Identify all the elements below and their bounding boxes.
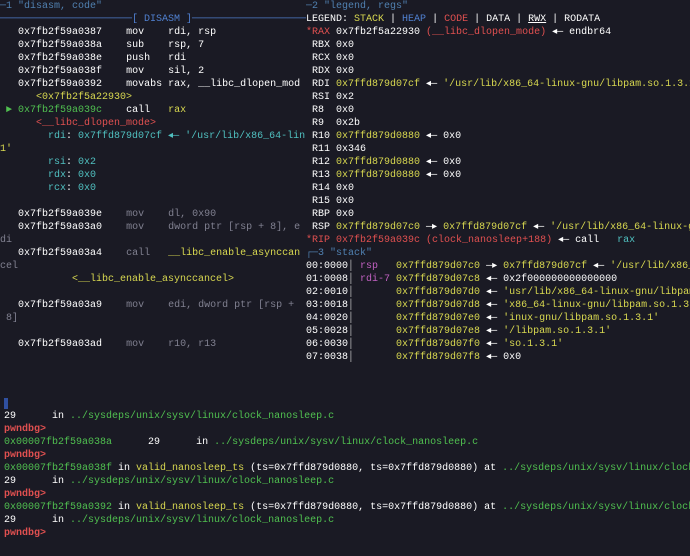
stack-line: 04:0020│ 0x7ffd879d07e0 ◂— 'inux-gnu/lib…: [306, 312, 690, 325]
bt-line: 0x00007fb2f59a038a 29 in ../sysdeps/unix…: [4, 436, 686, 449]
prompt-line[interactable]: pwndbg>: [4, 449, 686, 462]
reg-line: RSP 0x7ffd879d07c0 —▸ 0x7ffd879d07cf ◂— …: [306, 221, 690, 234]
reg-line: R14 0x0: [306, 182, 690, 195]
stack-line: 05:0028│ 0x7ffd879d07e8 ◂— '/libpam.so.1…: [306, 325, 690, 338]
reg-line: R9 0x2b: [306, 117, 690, 130]
legend-row: LEGEND: STACK | HEAP | CODE | DATA | RWX…: [306, 13, 690, 26]
disasm-line: rsi: 0x2: [0, 156, 306, 169]
stack-line: 07:0038│ 0x7ffd879d07f8 ◂— 0x0: [306, 351, 690, 364]
regs-title: ─2 "legend, regs": [306, 0, 690, 13]
reg-line: RDI 0x7ffd879d07cf ◂— '/usr/lib/x86_64-l…: [306, 78, 690, 91]
reg-line: R8 0x0: [306, 104, 690, 117]
stack-title: ┌─3 "stack": [306, 247, 690, 260]
regs-pane: ─2 "legend, regs" LEGEND: STACK | HEAP |…: [306, 0, 690, 395]
disasm-line: 0x7fb2f59a039e mov dl, 0x90: [0, 208, 306, 221]
disasm-line: 0x7fb2f59a038a sub rsp, 7: [0, 39, 306, 52]
reg-line: R15 0x0: [306, 195, 690, 208]
disasm-line: 0x7fb2f59a0387 mov rdi, rsp: [0, 26, 306, 39]
disasm-line: 0x7fb2f59a03ad mov r10, r13: [0, 338, 306, 351]
disasm-line: 0x7fb2f59a03a4 call __libc_enable_asyncc…: [0, 247, 306, 260]
disasm-line: 0x7fb2f59a038e push rdi: [0, 52, 306, 65]
disasm-line: rdi: 0x7ffd879d07cf ◂— '/usr/lib/x86_64-…: [0, 130, 306, 156]
disasm-line: <__libc_enable_asynccancel>: [0, 273, 306, 286]
reg-line: R12 0x7ffd879d0880 ◂— 0x0: [306, 156, 690, 169]
reg-line: R13 0x7ffd879d0880 ◂— 0x0: [306, 169, 690, 182]
reg-line: RBX 0x0: [306, 39, 690, 52]
main-line: 29 in ../sysdeps/unix/sysv/linux/clock_n…: [4, 410, 686, 423]
disasm-line: 0x7fb2f59a03a0 mov dword ptr [rsp + 8], …: [0, 221, 306, 234]
disasm-line: 0x7fb2f59a03a9 mov edi, dword ptr [rsp +: [0, 299, 306, 312]
bt-line: 29 in ../sysdeps/unix/sysv/linux/clock_n…: [4, 514, 686, 527]
stack-line: 03:0018│ 0x7ffd879d07d8 ◂— 'x86_64-linux…: [306, 299, 690, 312]
stack-line: 06:0030│ 0x7ffd879d07f0 ◂— 'so.1.3.1': [306, 338, 690, 351]
disasm-line: <0x7fb2f5a22930>: [0, 91, 306, 104]
reg-line: RDX 0x0: [306, 65, 690, 78]
bt-line: 29 in ../sysdeps/unix/sysv/linux/clock_n…: [4, 475, 686, 488]
disasm-line: 0x7fb2f59a038f mov sil, 2: [0, 65, 306, 78]
disasm-line: 0x7fb2f59a0392 movabs rax, __libc_dlopen…: [0, 78, 306, 91]
disasm-title: ─1 "disasm, code": [0, 0, 306, 13]
prompt-line[interactable]: pwndbg>: [4, 527, 686, 540]
prompt-line[interactable]: pwndbg>: [4, 423, 686, 436]
stack-line: 01:0008│ rdi-7 0x7ffd879d07c8 ◂— 0x2f000…: [306, 273, 690, 286]
reg-line: RCX 0x0: [306, 52, 690, 65]
disasm-line: ► 0x7fb2f59a039c call rax: [0, 104, 306, 117]
disasm-pane: ─1 "disasm, code" ──────────────────────…: [0, 0, 306, 395]
reg-line: R10 0x7ffd879d0880 ◂— 0x0: [306, 130, 690, 143]
prompt-line[interactable]: pwndbg>: [4, 488, 686, 501]
stack-line: 00:0000│ rsp 0x7ffd879d07c0 —▸ 0x7ffd879…: [306, 260, 690, 273]
disasm-header: ──────────────────────[ DISASM ]────────…: [0, 13, 306, 26]
disasm-line: rcx: 0x0: [0, 182, 306, 195]
reg-line: R11 0x346: [306, 143, 690, 156]
reg-line: RSI 0x2: [306, 91, 690, 104]
reg-line: RBP 0x0: [306, 208, 690, 221]
reg-line: *RAX 0x7fb2f5a22930 (__libc_dlopen_mode)…: [306, 26, 690, 39]
bt-line: 0x00007fb2f59a038f in valid_nanosleep_ts…: [4, 462, 686, 475]
disasm-line: rdx: 0x0: [0, 169, 306, 182]
main-pane[interactable]: 29 in ../sysdeps/unix/sysv/linux/clock_n…: [0, 395, 690, 556]
disasm-line: <__libc_dlopen_mode>: [0, 117, 306, 130]
reg-line: *RIP 0x7fb2f59a039c (clock_nanosleep+188…: [306, 234, 690, 247]
stack-line: 02:0010│ 0x7ffd879d07d0 ◂— 'usr/lib/x86_…: [306, 286, 690, 299]
bt-line: 0x00007fb2f59a0392 in valid_nanosleep_ts…: [4, 501, 686, 514]
main-title: [4, 397, 686, 410]
